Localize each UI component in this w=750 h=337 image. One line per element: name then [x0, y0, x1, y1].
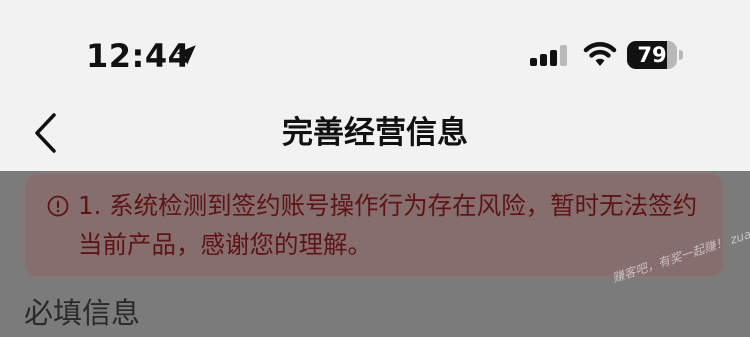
back-button[interactable] [24, 107, 68, 159]
info-circle-icon [47, 195, 69, 217]
section-title-required-info: 必填信息 [24, 296, 141, 330]
navigation-bar: 完善经营信息 [0, 95, 750, 171]
location-arrow-icon [176, 45, 196, 65]
cellular-signal-icon [530, 45, 567, 66]
chevron-left-icon [35, 113, 56, 153]
page-title: 完善经营信息 [282, 115, 468, 151]
wifi-icon [583, 42, 617, 66]
battery-body: 79 [627, 41, 677, 69]
battery-cap [679, 50, 683, 60]
status-bar: 12:44 79 [0, 0, 750, 95]
battery-icon: 79 [627, 41, 683, 69]
battery-level-text: 79 [637, 43, 667, 67]
page-content-dimmed: 1. 系统检测到签约账号操作行为存在风险，暂时无法签约当前产品，感谢您的理解。 … [0, 171, 750, 337]
risk-alert-banner: 1. 系统检测到签约账号操作行为存在风险，暂时无法签约当前产品，感谢您的理解。 [24, 173, 724, 277]
alert-message: 1. 系统检测到签约账号操作行为存在风险，暂时无法签约当前产品，感谢您的理解。 [78, 191, 698, 259]
